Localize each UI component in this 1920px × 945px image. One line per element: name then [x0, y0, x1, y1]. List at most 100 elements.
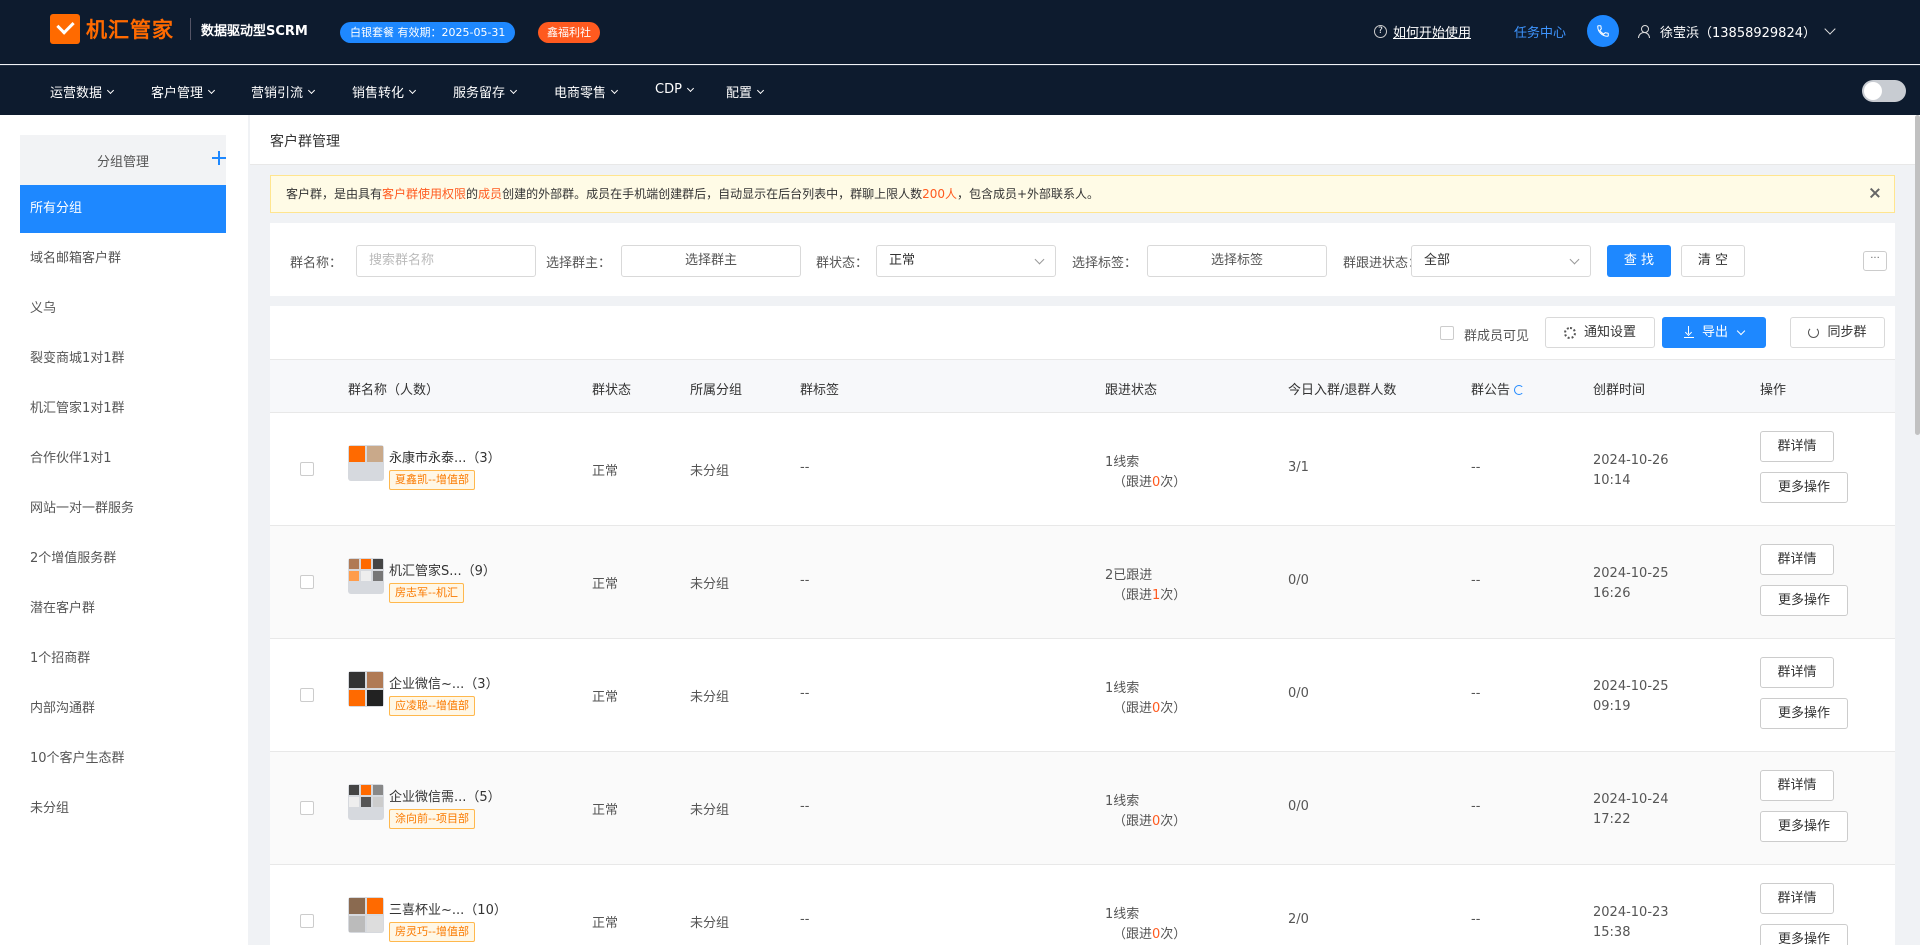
- chevron-down-icon[interactable]: [1824, 23, 1836, 35]
- group-detail-button[interactable]: 群详情: [1760, 431, 1834, 462]
- logo[interactable]: 机汇管家 数据驱动型SCRM: [50, 14, 308, 44]
- group-name[interactable]: 机汇管家S...（9）: [389, 560, 496, 579]
- sidebar-item[interactable]: 1个招商群: [20, 635, 226, 683]
- group-name[interactable]: 三喜杯业~...（10）: [389, 899, 507, 918]
- sidebar-item-all[interactable]: 所有分组: [20, 185, 226, 233]
- table-header: 群名称（人数） 群状态 所属分组 群标签 跟进状态 今日入群/退群人数 群公告 …: [270, 359, 1895, 413]
- group-name[interactable]: 永康市永泰...（3）: [389, 447, 501, 466]
- more-actions-button[interactable]: 更多操作: [1760, 698, 1848, 729]
- more-actions-button[interactable]: 更多操作: [1760, 811, 1848, 842]
- group-name-label: 群名称：: [290, 256, 343, 271]
- download-icon: [1683, 325, 1694, 338]
- select-owner-button[interactable]: 选择群主: [621, 245, 801, 277]
- search-button[interactable]: 查 找: [1607, 245, 1671, 277]
- in-out-count: 0/0: [1288, 573, 1309, 588]
- group-name-text: 机汇管家S...: [389, 564, 462, 579]
- permission-link[interactable]: 客户群使用权限: [382, 187, 466, 201]
- group-labels: --: [800, 912, 810, 927]
- status-select[interactable]: 正常: [876, 245, 1056, 277]
- more-actions-button[interactable]: 更多操作: [1760, 472, 1848, 503]
- row-checkbox[interactable]: [300, 914, 314, 928]
- more-actions-button[interactable]: 更多操作: [1760, 585, 1848, 616]
- group-detail-button[interactable]: 群详情: [1760, 770, 1834, 801]
- nav-item-sales[interactable]: 销售转化: [352, 82, 417, 101]
- export-button[interactable]: 导出: [1662, 317, 1766, 348]
- created-date: 2024-10-25: [1593, 566, 1669, 581]
- chevron-down-icon: [509, 86, 518, 94]
- sidebar-item[interactable]: 潜在客户群: [20, 585, 226, 633]
- group-member-count: （3）: [466, 451, 501, 466]
- group-status: 正常: [592, 464, 619, 479]
- created-clock: 17:22: [1593, 812, 1631, 827]
- sidebar-item[interactable]: 2个增值服务群: [20, 535, 226, 583]
- group-category: 未分组: [690, 690, 730, 705]
- group-name[interactable]: 企业微信~...（3）: [389, 673, 499, 692]
- user-menu[interactable]: 徐莹浜（13858929824）: [1638, 22, 1816, 41]
- theme-toggle[interactable]: [1862, 80, 1906, 102]
- row-checkbox[interactable]: [300, 575, 314, 589]
- notify-settings-button[interactable]: 通知设置: [1545, 317, 1655, 348]
- nav-item-ecommerce[interactable]: 电商零售: [554, 82, 619, 101]
- follow-suffix: 次）: [1160, 927, 1187, 942]
- group-name[interactable]: 企业微信需...（5）: [389, 786, 501, 805]
- nav-item-customers[interactable]: 客户管理: [151, 82, 216, 101]
- close-icon[interactable]: [1870, 188, 1880, 198]
- sidebar-item[interactable]: 网站一对一群服务: [20, 485, 226, 533]
- task-center-link[interactable]: 任务中心: [1514, 22, 1566, 41]
- group-detail-button[interactable]: 群详情: [1760, 657, 1834, 688]
- table-row: 三喜杯业~...（10） 房灵巧--增值部 正常 未分组 -- 1线索 （跟进0…: [270, 865, 1895, 945]
- group-status: 正常: [592, 577, 619, 592]
- phone-button[interactable]: [1587, 15, 1619, 47]
- group-management-header: 分组管理: [20, 135, 226, 185]
- sidebar-item[interactable]: 内部沟通群: [20, 685, 226, 733]
- notice-text: 创建的外部群。成员在手机端创建群后，自动显示在后台列表中，群聊上限人数: [502, 187, 923, 201]
- group-avatar: [348, 897, 384, 933]
- nav-item-service[interactable]: 服务留存: [453, 82, 518, 101]
- sync-groups-button[interactable]: 同步群: [1790, 317, 1885, 348]
- nav-item-config[interactable]: 配置: [726, 82, 765, 101]
- page-scrollbar[interactable]: [1915, 115, 1920, 435]
- row-checkbox[interactable]: [300, 462, 314, 476]
- more-options-icon[interactable]: ···: [1863, 251, 1887, 271]
- follow-status-select[interactable]: 全部: [1411, 245, 1591, 277]
- sidebar-item[interactable]: 域名邮箱客户群: [20, 235, 226, 283]
- chevron-down-icon: [1569, 254, 1580, 265]
- group-member-count: （9）: [461, 564, 496, 579]
- member-visible-checkbox[interactable]: [1440, 326, 1454, 340]
- nav-item-marketing[interactable]: 营销引流: [251, 82, 316, 101]
- group-member-count: （5）: [466, 790, 501, 805]
- notify-settings-label: 通知设置: [1583, 325, 1636, 340]
- sidebar-item[interactable]: 合作伙伴1对1: [20, 435, 226, 483]
- nav-item-cdp[interactable]: CDP: [655, 82, 694, 97]
- more-actions-button[interactable]: 更多操作: [1760, 924, 1848, 945]
- help-link[interactable]: ? 如何开始使用: [1374, 22, 1471, 41]
- sidebar-item[interactable]: 机汇管家1对1群: [20, 385, 226, 433]
- created-time: 2024-10-25 09:19: [1593, 677, 1673, 717]
- welfare-badge[interactable]: 鑫福利社: [538, 22, 600, 43]
- plan-badge: 白银套餐 有效期：2025-05-31: [340, 22, 516, 43]
- follow-suffix: 次）: [1160, 475, 1187, 490]
- row-checkbox[interactable]: [300, 801, 314, 815]
- follow-status: 1线索: [1105, 455, 1140, 470]
- sidebar-item[interactable]: 未分组: [20, 785, 226, 833]
- clear-button[interactable]: 清 空: [1681, 245, 1745, 277]
- nav-item-label: 配置: [726, 86, 753, 101]
- group-detail-button[interactable]: 群详情: [1760, 544, 1834, 575]
- sidebar-item[interactable]: 义乌: [20, 285, 226, 333]
- row-checkbox[interactable]: [300, 688, 314, 702]
- select-tag-button[interactable]: 选择标签: [1147, 245, 1327, 277]
- member-link[interactable]: 成员: [478, 187, 502, 201]
- in-out-count: 0/0: [1288, 686, 1309, 701]
- follow-count: （跟进0次）: [1113, 810, 1186, 829]
- tag-label: 选择标签：: [1072, 256, 1138, 271]
- group-labels: --: [800, 460, 810, 475]
- nav-item-operations[interactable]: 运营数据: [50, 82, 115, 101]
- group-notice: --: [1471, 799, 1481, 814]
- group-name-input[interactable]: 搜索群名称: [356, 245, 536, 277]
- sidebar-item[interactable]: 10个客户生态群: [20, 735, 226, 783]
- created-time: 2024-10-25 16:26: [1593, 564, 1673, 604]
- group-category: 未分组: [690, 916, 730, 931]
- group-detail-button[interactable]: 群详情: [1760, 883, 1834, 914]
- sidebar-item[interactable]: 裂变商城1对1群: [20, 335, 226, 383]
- add-group-icon[interactable]: [212, 151, 226, 165]
